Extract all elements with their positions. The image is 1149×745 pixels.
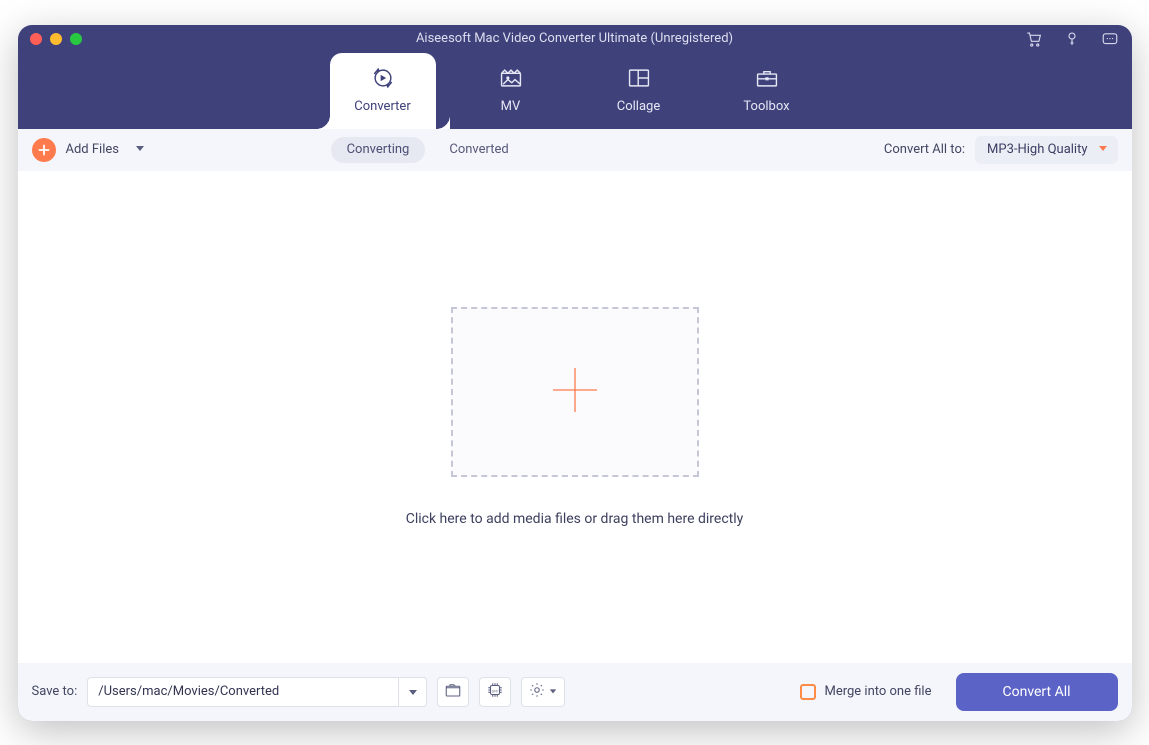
maximize-window-button[interactable] [70, 33, 82, 45]
tab-label: Collage [617, 99, 660, 114]
convert-target-group: Convert All to: MP3-High Quality [884, 136, 1118, 164]
tab-mv[interactable]: MV [458, 53, 564, 129]
add-media-dropzone[interactable] [451, 307, 699, 477]
tab-toolbox[interactable]: Toolbox [714, 53, 820, 129]
key-icon[interactable] [1062, 29, 1082, 49]
window-title: Aiseesoft Mac Video Converter Ultimate (… [18, 31, 1132, 46]
sub-toolbar: Add Files Converting Converted Convert A… [18, 129, 1132, 171]
titlebar-actions [1024, 29, 1120, 49]
add-files-button[interactable]: Add Files [32, 138, 145, 162]
tab-collage[interactable]: Collage [586, 53, 692, 129]
output-format-value: MP3-High Quality [987, 142, 1087, 157]
save-path-dropdown[interactable] [398, 677, 426, 707]
plus-large-icon [549, 364, 601, 420]
convert-all-button[interactable]: Convert All [956, 673, 1118, 711]
mv-icon [498, 67, 524, 93]
merge-checkbox[interactable]: Merge into one file [800, 684, 931, 700]
save-to-label: Save to: [32, 684, 78, 699]
tab-label: Toolbox [743, 99, 789, 114]
open-folder-button[interactable] [437, 677, 469, 707]
chip-icon: OFF [486, 681, 504, 703]
close-window-button[interactable] [30, 33, 42, 45]
app-window: Aiseesoft Mac Video Converter Ultimate (… [18, 25, 1132, 721]
hardware-accel-button[interactable]: OFF [479, 677, 511, 707]
convert-all-to-label: Convert All to: [884, 142, 965, 157]
converting-tab[interactable]: Converting [331, 137, 426, 163]
minimize-window-button[interactable] [50, 33, 62, 45]
drop-hint-text: Click here to add media files or drag th… [406, 511, 744, 527]
main-nav: Converter MV Collage [18, 53, 1132, 129]
converter-icon [370, 67, 396, 93]
settings-dropdown-icon [546, 684, 557, 699]
save-path-value: /Users/mac/Movies/Converted [98, 684, 279, 699]
cart-icon[interactable] [1024, 29, 1044, 49]
output-format-select[interactable]: MP3-High Quality [975, 136, 1117, 164]
plus-icon [32, 138, 56, 162]
content-area: Add Files Converting Converted Convert A… [18, 129, 1132, 721]
toolbox-icon [754, 67, 780, 93]
checkbox-icon [800, 684, 816, 700]
feedback-icon[interactable] [1100, 29, 1120, 49]
tab-label: MV [501, 99, 521, 114]
merge-label: Merge into one file [824, 684, 931, 699]
tab-converter[interactable]: Converter [330, 53, 436, 129]
settings-button[interactable] [521, 677, 565, 707]
svg-text:OFF: OFF [492, 689, 499, 693]
add-files-label: Add Files [66, 142, 119, 157]
folder-icon [444, 681, 462, 703]
collage-icon [626, 67, 652, 93]
gear-icon [528, 681, 546, 703]
window-controls [30, 33, 82, 45]
save-path-field[interactable]: /Users/mac/Movies/Converted [87, 677, 427, 707]
drop-area: Click here to add media files or drag th… [18, 171, 1132, 663]
converted-tab[interactable]: Converted [435, 142, 522, 157]
chevron-down-icon [1098, 142, 1108, 157]
titlebar: Aiseesoft Mac Video Converter Ultimate (… [18, 25, 1132, 53]
bottom-bar: Save to: /Users/mac/Movies/Converted [18, 663, 1132, 721]
conversion-status-toggle: Converting Converted [331, 137, 523, 163]
add-files-dropdown[interactable] [135, 142, 145, 157]
tab-label: Converter [354, 99, 410, 114]
